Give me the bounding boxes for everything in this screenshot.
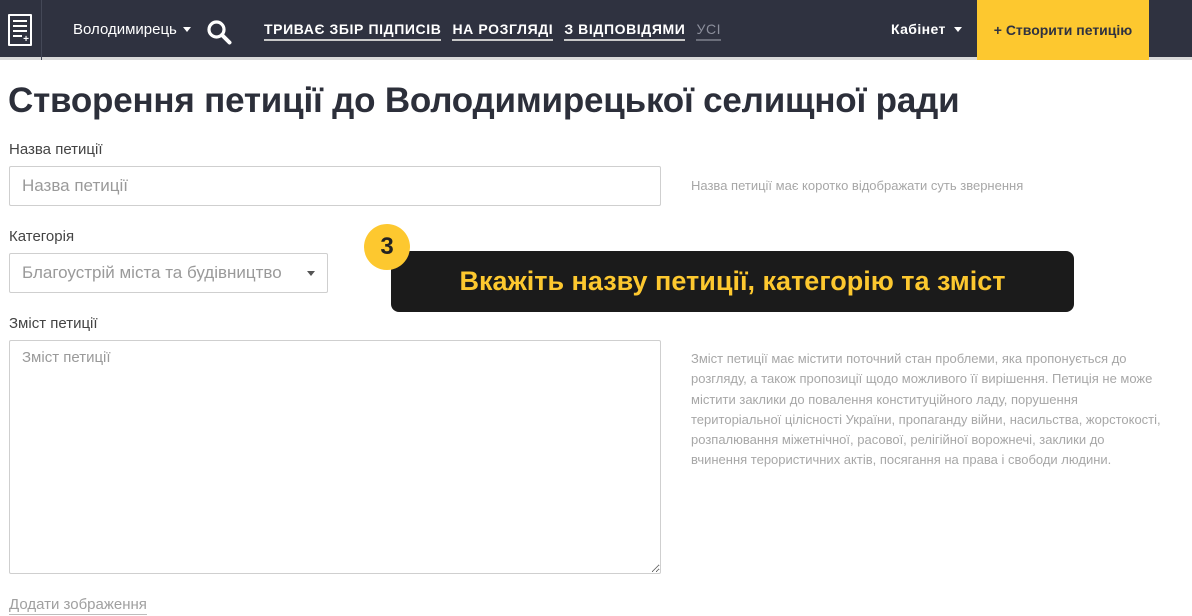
caret-down-icon [182,27,191,32]
category-label: Категорія [9,228,75,245]
cabinet-label: Кабінет [891,21,946,37]
top-navbar: + Володимирець ТРИВАЄ ЗБІР ПІДПИСІВ НА Р… [0,0,1192,60]
add-image-link[interactable]: Додати зображення [9,596,147,615]
city-dropdown[interactable]: Володимирець [73,21,191,38]
petition-content-textarea[interactable] [9,340,661,574]
nav-link-all[interactable]: УСІ [696,21,722,41]
content-label: Зміст петиції [9,315,98,332]
petition-name-hint: Назва петиції має коротко відображати су… [691,178,1024,193]
caret-down-icon [307,270,315,276]
navbar-divider [41,0,42,60]
caret-down-icon [953,26,962,32]
nav-link-under-review[interactable]: НА РОЗГЛЯДІ [452,21,554,41]
navbar-filter-links: ТРИВАЄ ЗБІР ПІДПИСІВ НА РОЗГЛЯДІ З ВІДПО… [264,21,722,41]
instruction-tooltip: Вкажіть назву петиції, категорію та зміс… [391,251,1074,312]
petition-name-label: Назва петиції [9,141,103,158]
page-title: Створення петиції до Володимирецької сел… [8,81,960,120]
category-select[interactable]: Благоустрій міста та будівництво [9,253,328,293]
nav-link-collecting[interactable]: ТРИВАЄ ЗБІР ПІДПИСІВ [264,21,442,41]
petition-name-input[interactable] [9,166,661,206]
nav-link-answered[interactable]: З ВІДПОВІДЯМИ [564,21,686,41]
search-icon[interactable] [206,19,232,45]
instruction-text: Вкажіть назву петиції, категорію та зміс… [459,266,1006,296]
step-number-badge: 3 [364,224,410,270]
cabinet-dropdown[interactable]: Кабінет [891,21,962,37]
city-label: Володимирець [73,21,177,38]
document-logo-icon[interactable]: + [8,14,32,46]
petition-content-hint: Зміст петиції має містити поточний стан … [691,351,1161,468]
create-petition-button[interactable]: + Створити петицію [977,0,1149,60]
category-selected-value: Благоустрій міста та будівництво [22,263,282,282]
